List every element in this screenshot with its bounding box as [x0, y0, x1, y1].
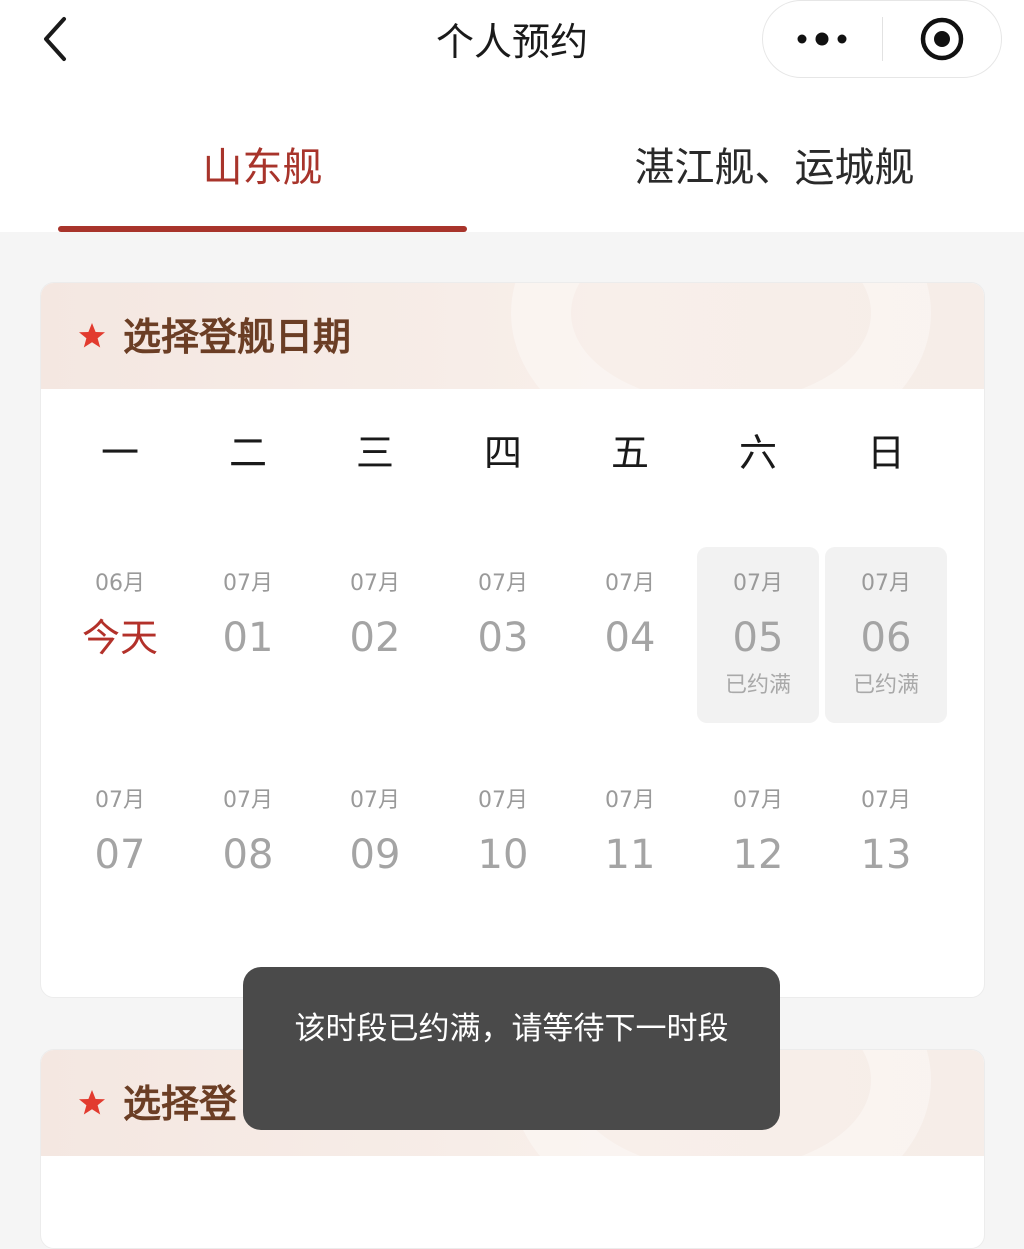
date-cell[interactable]: 07月 04: [569, 547, 691, 723]
date-day: 01: [222, 615, 274, 661]
more-button[interactable]: [763, 1, 882, 77]
active-tab-indicator: [58, 226, 467, 232]
date-cell[interactable]: 07月 10: [442, 764, 564, 940]
second-section-title: 选择登: [123, 1082, 238, 1126]
date-day: 02: [349, 615, 401, 661]
toast-message: 该时段已约满，请等待下一时段: [243, 967, 780, 1130]
date-cell[interactable]: 07月 12: [697, 764, 819, 940]
weekday-label: 二: [228, 431, 267, 475]
weekday-label: 六: [738, 431, 777, 475]
date-month: 07月: [95, 788, 145, 813]
date-day: 07: [94, 832, 146, 878]
weekday-label: 日: [866, 431, 905, 475]
date-month: 07月: [605, 571, 655, 596]
header-decoration: [511, 283, 931, 389]
date-month: 07月: [861, 571, 911, 596]
date-cell[interactable]: 07月 11: [569, 764, 691, 940]
date-cell-full[interactable]: 07月 06 已约满: [825, 547, 947, 723]
date-month: 07月: [605, 788, 655, 813]
mini-program-capsule: [762, 0, 1002, 78]
date-day: 13: [860, 832, 912, 878]
date-cell[interactable]: 07月 13: [825, 764, 947, 940]
date-day: 03: [477, 615, 529, 661]
date-month: 07月: [478, 788, 528, 813]
required-star-icon: [79, 323, 105, 348]
date-month: 07月: [350, 571, 400, 596]
date-cell[interactable]: 07月 02: [314, 547, 436, 723]
date-month: 07月: [861, 788, 911, 813]
required-star-icon: [79, 1090, 105, 1115]
target-icon: [920, 17, 963, 61]
weekday-header: 一 二 三 四 五 六 日: [41, 423, 984, 483]
weekday-label: 一: [100, 431, 139, 475]
tab-shandong[interactable]: 山东舰: [58, 138, 467, 198]
date-day: 09: [349, 832, 401, 878]
date-cell[interactable]: 07月 08: [187, 764, 309, 940]
date-month: 07月: [350, 788, 400, 813]
date-month: 07月: [733, 571, 783, 596]
date-day: 11: [604, 832, 656, 878]
date-section-title: 选择登舰日期: [123, 315, 352, 359]
date-day: 10: [477, 832, 529, 878]
date-month: 07月: [223, 788, 273, 813]
date-cell-today[interactable]: 06月 今天: [59, 547, 181, 723]
date-selection-card: 选择登舰日期 一 二 三 四 五 六 日 06月 今天 07月 01 07月 0…: [40, 282, 985, 998]
date-month: 07月: [733, 788, 783, 813]
date-day: 06: [860, 615, 912, 661]
more-dots-icon: [797, 32, 847, 46]
tab-zhanjiang-yuncheng[interactable]: 湛江舰、运城舰: [570, 138, 979, 198]
date-day: 08: [222, 832, 274, 878]
date-day: 今天: [81, 616, 158, 660]
weekday-label: 四: [483, 431, 522, 475]
date-month: 06月: [95, 571, 145, 596]
date-day: 04: [604, 615, 656, 661]
date-day: 12: [732, 832, 784, 878]
weekday-label: 五: [610, 431, 649, 475]
date-cell[interactable]: 07月 01: [187, 547, 309, 723]
weekday-label: 三: [355, 431, 394, 475]
date-status-full: 已约满: [724, 673, 791, 698]
date-month: 07月: [478, 571, 528, 596]
ship-tabs: 山东舰 湛江舰、运城舰: [0, 90, 1024, 232]
date-cell-full[interactable]: 07月 05 已约满: [697, 547, 819, 723]
date-status-full: 已约满: [852, 673, 919, 698]
date-cell[interactable]: 07月 03: [442, 547, 564, 723]
date-section-header: 选择登舰日期: [41, 283, 984, 389]
nav-bar: 个人预约: [0, 0, 1024, 90]
date-cell[interactable]: 07月 09: [314, 764, 436, 940]
date-month: 07月: [223, 571, 273, 596]
close-mini-program-button[interactable]: [883, 1, 1002, 77]
date-day: 05: [732, 615, 784, 661]
date-cell[interactable]: 07月 07: [59, 764, 181, 940]
